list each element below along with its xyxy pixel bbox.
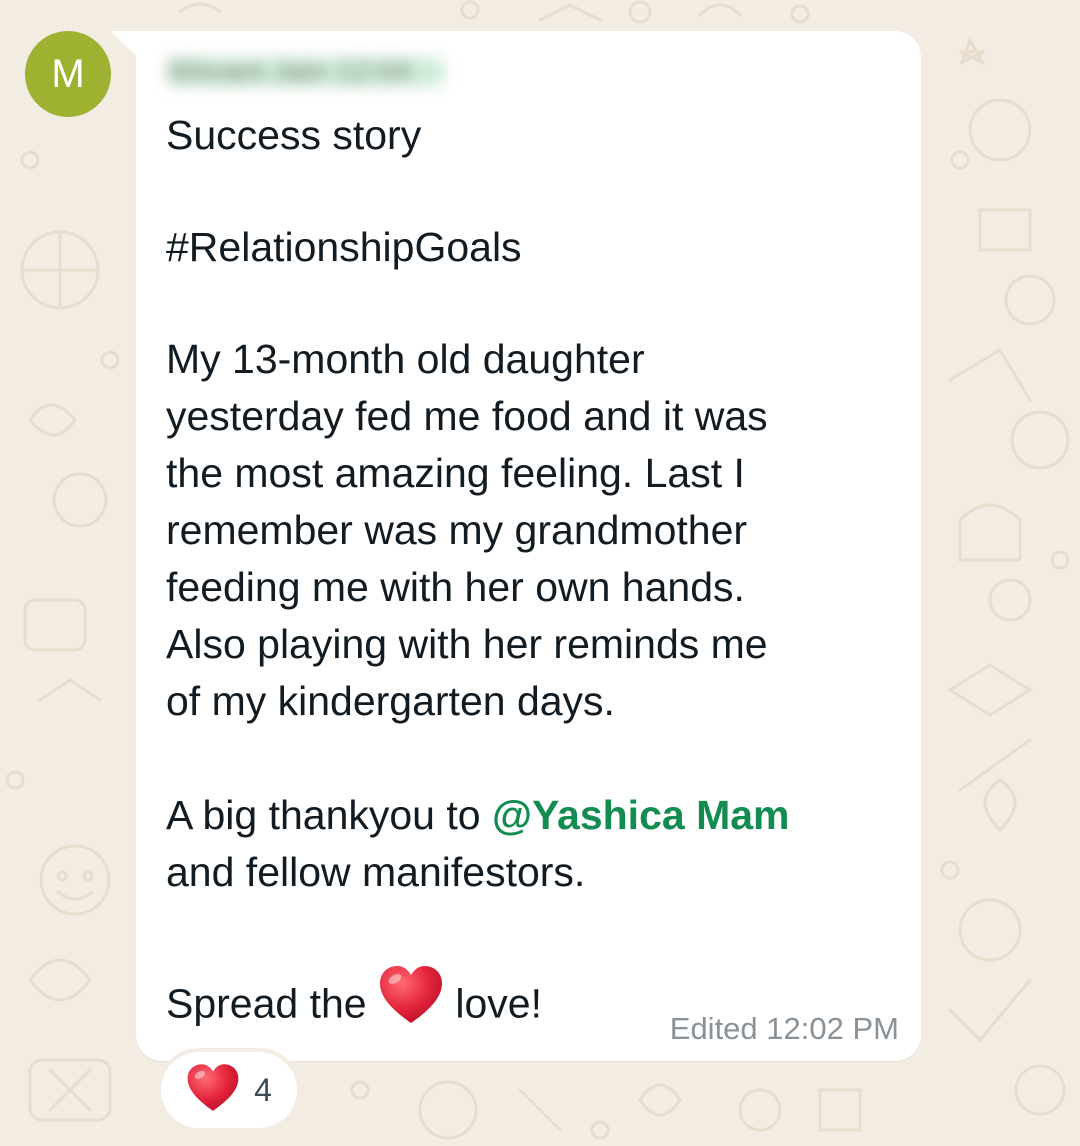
- message-text: A big thankyou to: [166, 792, 492, 838]
- mention-link[interactable]: @Yashica Mam: [492, 792, 790, 838]
- heart-emoji-icon: [378, 965, 444, 1040]
- message-line: remember was my grandmother: [166, 507, 748, 553]
- sender-avatar[interactable]: M: [25, 31, 111, 117]
- message-line: Also playing with her reminds me: [166, 621, 768, 667]
- reaction-pill[interactable]: 4: [161, 1052, 297, 1128]
- message-line-thanks: A big thankyou to @Yashica Mam: [166, 787, 789, 844]
- heart-reaction-icon: [186, 1063, 240, 1118]
- message-text: love!: [444, 980, 542, 1027]
- message-text: Spread the: [166, 980, 378, 1027]
- message-line: yesterday fed me food and it was: [166, 393, 768, 439]
- message-line-spread: Spread the love!: [166, 966, 542, 1044]
- sender-name[interactable]: Shivani Jain 12:04: [166, 57, 446, 87]
- message-line: feeding me with her own hands.: [166, 564, 745, 610]
- message-meta: Edited 12:02 PM: [670, 1011, 899, 1047]
- message-hashtag[interactable]: #RelationshipGoals: [166, 219, 522, 276]
- message-line: My 13-month old daughter: [166, 336, 645, 382]
- edited-label: Edited: [669, 1011, 758, 1046]
- message-line: Success story: [166, 112, 422, 158]
- message-line: of my kindergarten days.: [166, 678, 615, 724]
- message-line: the most amazing feeling. Last I: [166, 450, 745, 496]
- avatar-initial: M: [51, 51, 85, 96]
- message-bubble[interactable]: Shivani Jain 12:04 Success story #Relati…: [136, 31, 921, 1061]
- message-line: and fellow manifestors.: [166, 849, 586, 895]
- message-time: 12:02 PM: [766, 1011, 899, 1046]
- reaction-count: 4: [254, 1071, 272, 1108]
